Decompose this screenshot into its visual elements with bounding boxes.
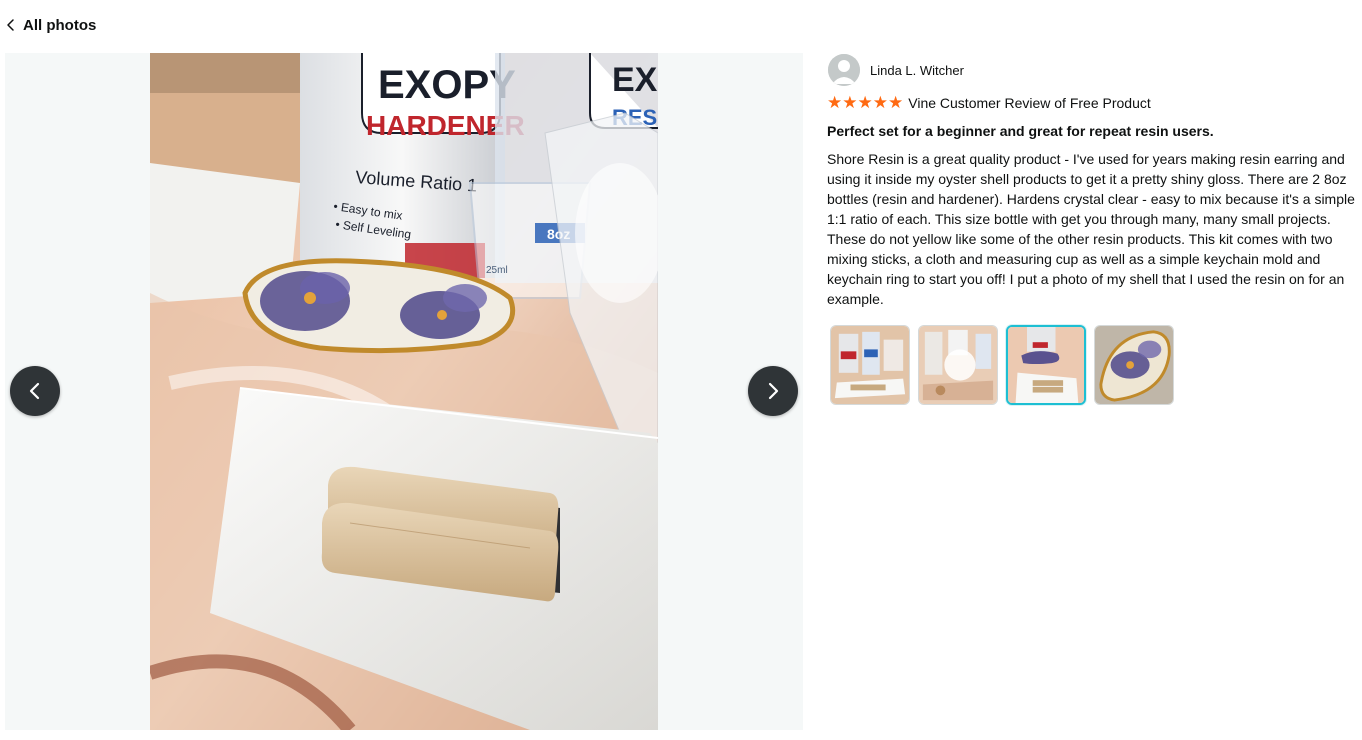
star-icon: ★: [827, 92, 843, 113]
vine-badge: Vine Customer Review of Free Product: [908, 95, 1151, 111]
reviewer-profile[interactable]: Linda L. Witcher: [827, 53, 1362, 87]
arrow-left-icon: [29, 382, 40, 400]
rating-line: ★ ★ ★ ★ ★ Vine Customer Review of Free Produ…: [827, 93, 1362, 113]
thumbnail-3[interactable]: [1006, 325, 1086, 405]
photo-viewer: EXOPY HARDENER Volume Ratio 1 • Easy to …: [5, 53, 803, 730]
star-icon: ★: [888, 92, 904, 113]
cup-mark-text: 25ml: [486, 265, 508, 276]
review-photo-image: EXOPY HARDENER Volume Ratio 1 • Easy to …: [150, 53, 658, 730]
thumbnail-image-4: [1095, 326, 1173, 404]
star-icon: ★: [842, 92, 858, 113]
star-icon: ★: [872, 92, 888, 113]
previous-photo-button[interactable]: [10, 366, 60, 416]
default-avatar-icon: [828, 54, 860, 86]
review-panel: Linda L. Witcher ★ ★ ★ ★ ★ Vine Customer Rev…: [827, 53, 1362, 405]
bottle-brand-partial-text: EXO: [612, 61, 658, 99]
star-icon: ★: [857, 92, 873, 113]
arrow-right-icon: [768, 382, 779, 400]
thumbnail-2[interactable]: [918, 325, 998, 405]
thumbnail-image-3: [1008, 327, 1084, 403]
all-photos-label: All photos: [23, 16, 97, 34]
review-photo[interactable]: EXOPY HARDENER Volume Ratio 1 • Easy to …: [150, 53, 658, 730]
photo-thumbnails: [827, 325, 1362, 405]
thumbnail-image-2: [919, 326, 997, 404]
thumbnail-4[interactable]: [1094, 325, 1174, 405]
review-body: Shore Resin is a great quality product -…: [827, 151, 1355, 307]
thumbnail-image-1: [831, 326, 909, 404]
reviewer-name: Linda L. Witcher: [870, 62, 964, 78]
thumbnail-1[interactable]: [830, 325, 910, 405]
chevron-left-icon: [7, 19, 14, 31]
avatar: [828, 54, 860, 86]
all-photos-link[interactable]: All photos: [6, 14, 96, 36]
star-rating: ★ ★ ★ ★ ★: [827, 92, 904, 113]
next-photo-button[interactable]: [748, 366, 798, 416]
review-title: Perfect set for a beginner and great for…: [827, 123, 1214, 139]
